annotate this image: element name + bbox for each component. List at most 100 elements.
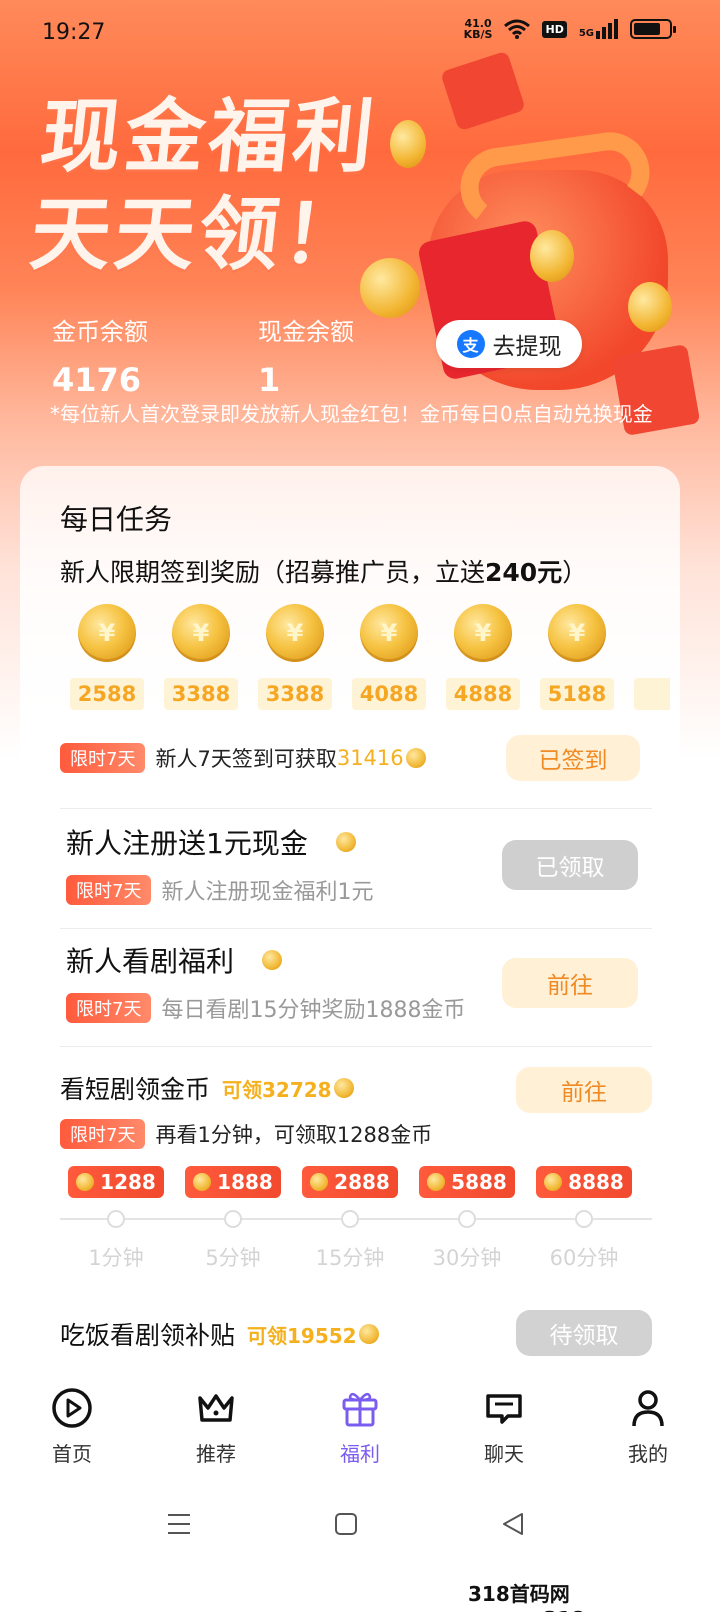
notice-text: *每位新人首次登录即发放新人现金红包！金币每日0点自动兑换现金 bbox=[50, 402, 653, 426]
register-claim-button[interactable]: 已领取 bbox=[502, 840, 638, 890]
coin-icon: ¥ bbox=[78, 604, 136, 662]
register-task-info: 限时7天 新人注册现金福利1元 bbox=[66, 874, 373, 906]
reward-amount: 4088 bbox=[352, 678, 426, 710]
milestone-reward: 2888 bbox=[302, 1166, 398, 1198]
drama-task-info: 限时7天 每日看剧15分钟奖励1888金币 bbox=[66, 992, 465, 1024]
drama-task-desc: 每日看剧15分钟奖励1888金币 bbox=[161, 998, 466, 1023]
meal-claim-button[interactable]: 待领取 bbox=[516, 1310, 652, 1356]
hero-title-line2: 天天领！ bbox=[26, 188, 372, 281]
wifi-icon bbox=[504, 19, 531, 39]
back-icon[interactable] bbox=[500, 1512, 526, 1536]
short-drama-desc: 再看1分钟，可领取1288金币 bbox=[155, 1123, 433, 1147]
milestone-time: 5分钟 bbox=[205, 1246, 261, 1270]
coin-icon bbox=[427, 1173, 446, 1191]
bottom-tab-bar: 首页 推荐 福利 聊天 我的 bbox=[0, 1376, 720, 1486]
coin-icon bbox=[405, 748, 426, 768]
coin-icon bbox=[544, 1173, 563, 1191]
signin-reward-item: ¥ 3388 bbox=[258, 604, 334, 710]
task-card bbox=[20, 466, 680, 1366]
balances: 金币余额 4176 现金余额 1 bbox=[52, 312, 464, 399]
user-icon bbox=[632, 1390, 664, 1427]
milestone-time: 60分钟 bbox=[549, 1246, 619, 1270]
limit-badge: 限时7天 bbox=[66, 993, 152, 1023]
milestone-amount: 1288 bbox=[100, 1170, 156, 1194]
coin-icon bbox=[335, 832, 356, 852]
crown-icon bbox=[198, 1394, 234, 1422]
status-bar: 19:27 41.0 KB/S HD 5G bbox=[0, 0, 720, 62]
coin-icon bbox=[530, 230, 574, 282]
milestone-reward: 1288 bbox=[68, 1166, 164, 1198]
menu-icon[interactable] bbox=[166, 1512, 192, 1536]
divider bbox=[60, 1046, 652, 1047]
signin-total: 31416 bbox=[336, 746, 404, 770]
gift-icon bbox=[342, 1392, 378, 1427]
play-circle-icon bbox=[52, 1388, 92, 1428]
signin-title: 新人限期签到奖励（招募推广员，立送240元） bbox=[60, 553, 587, 589]
coin-icon bbox=[358, 1324, 379, 1344]
reward-amount-partial bbox=[634, 678, 670, 710]
meal-task-claimable: 可领19552 bbox=[247, 1323, 357, 1348]
network-type: 5G bbox=[578, 28, 594, 39]
tab-welfare[interactable]: 福利 bbox=[288, 1376, 432, 1486]
register-task-header: 新人注册送1元现金 bbox=[66, 822, 356, 862]
cash-balance-label: 现金余额 bbox=[258, 318, 354, 346]
milestone-amount: 1888 bbox=[217, 1170, 273, 1194]
cash-balance-value: 1 bbox=[258, 361, 281, 399]
divider bbox=[60, 808, 652, 809]
milestone-time: 1分钟 bbox=[88, 1246, 144, 1270]
register-task-title: 新人注册送1元现金 bbox=[66, 827, 308, 860]
progress-dot bbox=[224, 1210, 242, 1228]
coin-icon bbox=[193, 1173, 212, 1191]
signin-title-bold: 240元 bbox=[485, 558, 563, 587]
milestone-time: 15分钟 bbox=[315, 1246, 385, 1270]
coin-balance-label: 金币余额 bbox=[52, 318, 148, 346]
net-speed-unit: KB/S bbox=[463, 28, 493, 41]
milestone-amount: 8888 bbox=[568, 1170, 624, 1194]
progress-dot bbox=[458, 1210, 476, 1228]
milestone-time: 30分钟 bbox=[432, 1246, 502, 1270]
daily-tasks-title: 每日任务 bbox=[60, 503, 173, 536]
tab-recommend[interactable]: 推荐 bbox=[144, 1376, 288, 1486]
watermark: 318首码网 www.e318.com bbox=[468, 1582, 639, 1612]
signin-reward-item: ¥ 5188 bbox=[540, 604, 616, 710]
reward-amount: 2588 bbox=[70, 678, 144, 710]
reward-amount: 4888 bbox=[446, 678, 520, 710]
red-packet-icon bbox=[440, 50, 526, 132]
coin-icon: ¥ bbox=[360, 604, 418, 662]
drama-go-button[interactable]: 前往 bbox=[502, 958, 638, 1008]
alipay-icon: 支 bbox=[456, 330, 485, 358]
tab-mine[interactable]: 我的 bbox=[576, 1376, 720, 1486]
progress-dot bbox=[575, 1210, 593, 1228]
limit-badge: 限时7天 bbox=[66, 875, 152, 905]
signal-icon: 5G bbox=[579, 19, 618, 39]
signin-desc: 新人7天签到可获取 bbox=[155, 747, 337, 771]
coin-balance: 金币余额 4176 bbox=[52, 312, 258, 399]
signin-title-text: 新人限期签到奖励（招募推广员，立送 bbox=[60, 558, 486, 587]
milestone-reward: 8888 bbox=[536, 1166, 632, 1198]
short-drama-header: 看短剧领金币 可领32728 bbox=[60, 1070, 354, 1106]
tab-label: 聊天 bbox=[484, 1442, 524, 1466]
short-drama-claimable: 可领32728 bbox=[222, 1077, 332, 1102]
signin-reward-item: ¥ 4888 bbox=[446, 604, 522, 710]
status-icons: 41.0 KB/S HD 5G bbox=[463, 18, 676, 41]
home-icon[interactable] bbox=[334, 1512, 358, 1536]
coin-icon bbox=[360, 258, 420, 318]
tab-home[interactable]: 首页 bbox=[0, 1376, 144, 1486]
milestone-amount: 5888 bbox=[451, 1170, 507, 1194]
hero-title-line1: 现金福利 bbox=[36, 90, 383, 183]
short-drama-go-button[interactable]: 前往 bbox=[516, 1067, 652, 1113]
withdraw-button[interactable]: 支 去提现 bbox=[436, 320, 582, 368]
register-task-desc: 新人注册现金福利1元 bbox=[161, 880, 374, 905]
coin-icon bbox=[310, 1173, 329, 1191]
progress-dot bbox=[341, 1210, 359, 1228]
withdraw-label: 去提现 bbox=[492, 334, 562, 360]
coin-icon bbox=[628, 282, 672, 332]
tab-chat[interactable]: 聊天 bbox=[432, 1376, 576, 1486]
hero-title: 现金福利 天天领！ bbox=[26, 88, 383, 284]
signin-reward-item: ¥ 3388 bbox=[164, 604, 240, 710]
signin-button[interactable]: 已签到 bbox=[506, 735, 640, 781]
signin-reward-item: ¥ 4088 bbox=[352, 604, 428, 710]
limit-badge: 限时7天 bbox=[60, 743, 146, 773]
coin-balance-value: 4176 bbox=[52, 361, 142, 399]
tab-label: 我的 bbox=[628, 1442, 668, 1466]
